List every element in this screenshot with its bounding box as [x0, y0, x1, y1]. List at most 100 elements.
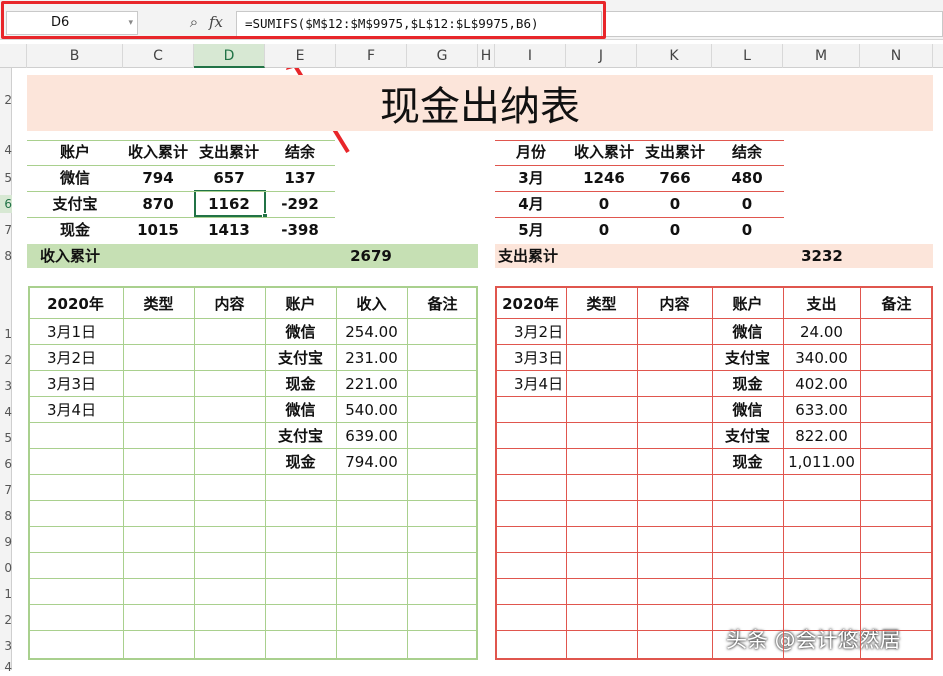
- row-header[interactable]: 2: [0, 91, 12, 109]
- column-header-m[interactable]: M: [783, 44, 860, 68]
- expense-cell[interactable]: 340.00: [772, 348, 872, 368]
- income-cell[interactable]: 221.00: [322, 374, 422, 394]
- grid-line: [28, 344, 478, 345]
- grid-line: [495, 526, 933, 527]
- grid-line: [495, 370, 933, 371]
- expense-cell[interactable]: 633.00: [772, 400, 872, 420]
- column-header-b[interactable]: B: [27, 44, 123, 68]
- accounts-header[interactable]: 结余: [250, 142, 350, 162]
- expense-cell[interactable]: 822.00: [772, 426, 872, 446]
- column-header-g[interactable]: G: [407, 44, 478, 68]
- expense-date[interactable]: 3月4日: [514, 374, 563, 394]
- grid-line: [495, 500, 933, 501]
- income-date[interactable]: 3月4日: [47, 400, 96, 420]
- column-header-f[interactable]: F: [336, 44, 407, 68]
- row-header[interactable]: 1: [0, 585, 12, 603]
- grid-line: [495, 422, 933, 423]
- expense-cell[interactable]: 402.00: [772, 374, 872, 394]
- monthly-header[interactable]: 结余: [697, 142, 797, 162]
- monthly-cell[interactable]: 0: [697, 220, 797, 240]
- row-header[interactable]: [0, 270, 12, 288]
- column-header-l[interactable]: L: [712, 44, 783, 68]
- select-all-corner[interactable]: [0, 44, 27, 68]
- grid-line: [27, 165, 335, 166]
- row-header[interactable]: 8: [0, 507, 12, 525]
- row-header[interactable]: 2: [0, 611, 12, 629]
- expense-cell[interactable]: 24.00: [772, 322, 872, 342]
- grid-line: [28, 578, 478, 579]
- grid-line: [28, 422, 478, 423]
- grid-line: [28, 630, 478, 631]
- grid-line: [495, 578, 933, 579]
- column-header-j[interactable]: J: [566, 44, 637, 68]
- column-header-c[interactable]: C: [123, 44, 194, 68]
- row-header[interactable]: 6: [0, 455, 12, 473]
- grid-line: [495, 396, 933, 397]
- grid-line: [28, 370, 478, 371]
- row-header[interactable]: 5: [0, 169, 12, 187]
- row-header[interactable]: 0: [0, 559, 12, 577]
- grid-line: [27, 140, 335, 141]
- accounts-cell[interactable]: 137: [250, 168, 350, 188]
- grid-line: [28, 318, 478, 319]
- expense-header[interactable]: 备注: [847, 294, 943, 314]
- column-header-e[interactable]: E: [265, 44, 336, 68]
- expense-date[interactable]: 3月2日: [514, 322, 563, 342]
- watermark: 头条 @会计悠然居: [726, 624, 901, 654]
- grid-line: [495, 344, 933, 345]
- grid-line: [495, 630, 933, 631]
- grid-line: [28, 396, 478, 397]
- expense-cell[interactable]: 1,011.00: [772, 452, 872, 472]
- expense-total-value[interactable]: 3232: [772, 246, 872, 266]
- grid-line: [495, 140, 784, 141]
- row-header[interactable]: 7: [0, 481, 12, 499]
- income-cell[interactable]: 794.00: [322, 452, 422, 472]
- grid-line: [28, 526, 478, 527]
- row-header[interactable]: 1: [0, 325, 12, 343]
- accounts-cell[interactable]: -398: [250, 220, 350, 240]
- row-header[interactable]: 2: [0, 351, 12, 369]
- expense-date[interactable]: 3月3日: [514, 348, 563, 368]
- row-header[interactable]: 5: [0, 429, 12, 447]
- grid-line: [28, 604, 478, 605]
- grid-line: [28, 552, 478, 553]
- grid-line: [495, 318, 933, 319]
- column-header-h[interactable]: H: [478, 44, 495, 68]
- income-cell[interactable]: 254.00: [322, 322, 422, 342]
- income-total-value[interactable]: 2679: [321, 246, 421, 266]
- grid-line: [495, 165, 784, 166]
- row-header[interactable]: 8: [0, 247, 12, 265]
- grid-line: [495, 217, 784, 218]
- income-date[interactable]: 3月3日: [47, 374, 96, 394]
- grid-line: [28, 500, 478, 501]
- income-date[interactable]: 3月2日: [47, 348, 96, 368]
- grid-line: [495, 191, 784, 192]
- grid-line: [27, 191, 335, 192]
- row-header[interactable]: 4: [0, 141, 12, 159]
- row-header[interactable]: 6: [0, 195, 12, 213]
- page-title: 现金出纳表: [27, 75, 933, 131]
- grid-line: [495, 604, 933, 605]
- row-header[interactable]: 4: [0, 403, 12, 421]
- income-header[interactable]: 备注: [393, 294, 493, 314]
- grid-line: [28, 448, 478, 449]
- grid-line: [495, 552, 933, 553]
- row-header[interactable]: 3: [0, 377, 12, 395]
- row-header[interactable]: 4: [0, 658, 12, 676]
- row-header[interactable]: 3: [0, 637, 12, 655]
- income-cell[interactable]: 639.00: [322, 426, 422, 446]
- income-cell[interactable]: 540.00: [322, 400, 422, 420]
- income-total-label: 收入累计: [40, 246, 100, 266]
- column-header-n[interactable]: N: [860, 44, 933, 68]
- accounts-cell[interactable]: -292: [250, 194, 350, 214]
- formula-input-extension[interactable]: [606, 11, 943, 37]
- income-date[interactable]: 3月1日: [47, 322, 96, 342]
- monthly-cell[interactable]: 480: [697, 168, 797, 188]
- monthly-cell[interactable]: 0: [697, 194, 797, 214]
- row-header[interactable]: 9: [0, 533, 12, 551]
- income-cell[interactable]: 231.00: [322, 348, 422, 368]
- column-header-k[interactable]: K: [637, 44, 712, 68]
- column-header-d[interactable]: D: [194, 44, 265, 68]
- row-header[interactable]: 7: [0, 221, 12, 239]
- column-header-i[interactable]: I: [495, 44, 566, 68]
